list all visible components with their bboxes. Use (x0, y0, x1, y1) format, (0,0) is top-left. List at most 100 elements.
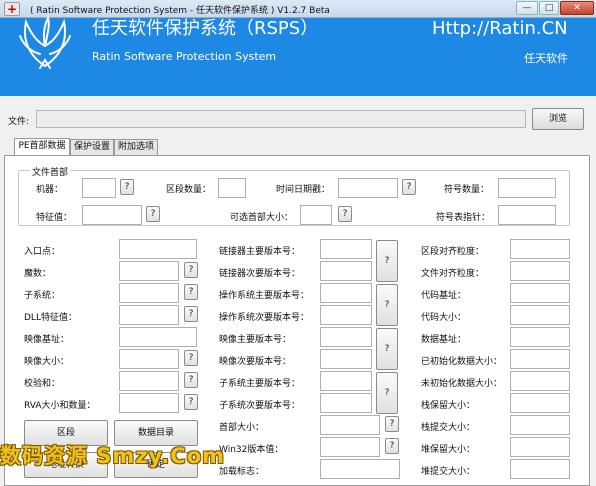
checksum-help-button[interactable]: ? (184, 372, 198, 388)
tab-protection-settings[interactable]: 保护设置 (70, 139, 114, 155)
win32-version-field[interactable] (320, 437, 380, 457)
timestamp-label: 时间日期戳： (276, 185, 331, 195)
image-major-field[interactable] (320, 327, 372, 347)
browse-button[interactable]: 浏览 (532, 108, 584, 130)
banner-brand: 任天软件 (524, 52, 568, 65)
win32-version-help-button[interactable]: ? (385, 438, 399, 454)
rva-count-label: RVA大小和数量： (24, 401, 96, 411)
image-base-field[interactable] (119, 327, 197, 347)
linker-major-label: 链接器主要版本号： (219, 247, 301, 257)
sections-label: 区段数量： (166, 185, 212, 195)
subsystem-major-label: 子系统主要版本号： (219, 379, 301, 389)
image-major-label: 映像主要版本号： (219, 335, 292, 345)
subsystem-major-field[interactable] (320, 371, 372, 391)
maximize-button[interactable]: □ (539, 1, 559, 15)
os-minor-label: 操作系统次要版本号： (219, 313, 310, 323)
subsystem-help-button[interactable]: ? (184, 284, 198, 300)
linker-version-help-button[interactable]: ? (376, 240, 398, 282)
symbols-label: 符号数量： (444, 185, 490, 195)
banner-subtitle: Ratin Software Protection System (92, 50, 277, 63)
os-minor-field[interactable] (320, 305, 372, 325)
data-base-label: 数据基址： (421, 335, 467, 345)
characteristics-label: 特征值： (36, 213, 73, 223)
os-major-label: 操作系统主要版本号： (219, 291, 310, 301)
initialized-data-size-label: 已初始化数据大小： (421, 357, 503, 367)
linker-major-field[interactable] (320, 239, 372, 259)
checksum-label: 校验和： (24, 379, 61, 389)
image-minor-field[interactable] (320, 349, 372, 369)
machine-help-button[interactable]: ? (120, 179, 134, 195)
file-alignment-field[interactable] (510, 261, 570, 281)
initialized-data-size-field[interactable] (510, 349, 570, 369)
stack-reserve-field[interactable] (510, 393, 570, 413)
image-base-label: 映像基址： (24, 335, 70, 345)
characteristics-help-button[interactable]: ? (146, 206, 160, 222)
machine-field[interactable] (82, 178, 116, 198)
rva-count-field[interactable] (119, 393, 179, 413)
image-minor-label: 映像次要版本号： (219, 357, 292, 367)
code-size-label: 代码大小： (421, 313, 467, 323)
symbol-table-pointer-label: 符号表指针： (436, 213, 491, 223)
watermark: 数码资源 Smzy.Com (0, 444, 225, 468)
os-major-field[interactable] (320, 283, 372, 303)
linker-minor-field[interactable] (320, 261, 372, 281)
code-base-field[interactable] (510, 283, 570, 303)
close-button[interactable]: ✕ (560, 1, 594, 15)
magic-field[interactable] (119, 261, 179, 281)
file-alignment-label: 文件对齐粒度： (421, 269, 485, 279)
header-size-label: 首部大小： (219, 423, 265, 433)
uninitialized-data-size-label: 未初始化数据大小： (421, 379, 503, 389)
sections-field[interactable] (218, 178, 246, 198)
subsystem-label: 子系统： (24, 291, 61, 301)
timestamp-help-button[interactable]: ? (402, 179, 416, 195)
optional-header-size-help-button[interactable]: ? (338, 206, 352, 222)
dll-characteristics-help-button[interactable]: ? (184, 306, 198, 322)
heap-reserve-label: 堆保留大小： (421, 445, 476, 455)
subsystem-field[interactable] (119, 283, 179, 303)
file-path-input[interactable] (36, 110, 526, 128)
subsystem-minor-label: 子系统次要版本号： (219, 401, 301, 411)
magic-label: 魔数： (24, 269, 52, 279)
section-alignment-field[interactable] (510, 239, 570, 259)
rva-count-help-button[interactable]: ? (184, 394, 198, 410)
banner-title: 任天软件保护系统（RSPS） (92, 18, 319, 39)
heap-commit-field[interactable] (510, 459, 570, 479)
image-version-help-button[interactable]: ? (376, 328, 398, 370)
characteristics-field[interactable] (82, 205, 142, 225)
entry-point-label: 入口点： (24, 247, 61, 257)
heap-reserve-field[interactable] (510, 437, 570, 457)
dll-characteristics-field[interactable] (119, 305, 179, 325)
checksum-field[interactable] (119, 371, 179, 391)
os-version-help-button[interactable]: ? (376, 284, 398, 326)
phoenix-icon (19, 15, 71, 69)
dll-characteristics-label: DLL特征值： (24, 313, 77, 323)
uninitialized-data-size-field[interactable] (510, 371, 570, 391)
code-base-label: 代码基址： (421, 291, 467, 301)
optional-header-size-field[interactable] (300, 205, 332, 225)
minimize-button[interactable]: — (516, 1, 538, 15)
stack-commit-label: 栈提交大小： (421, 423, 476, 433)
file-header-group-title: 文件首部 (30, 165, 71, 178)
stack-reserve-label: 栈保留大小： (421, 401, 476, 411)
file-label: 文件: (8, 117, 30, 127)
image-size-help-button[interactable]: ? (184, 350, 198, 366)
subsystem-version-help-button[interactable]: ? (376, 372, 398, 414)
tab-pe-header[interactable]: PE首部数据 (14, 138, 70, 155)
stack-commit-field[interactable] (510, 415, 570, 435)
image-size-field[interactable] (119, 349, 179, 369)
header-size-help-button[interactable]: ? (385, 416, 399, 432)
loader-flags-field[interactable] (320, 459, 400, 479)
magic-help-button[interactable]: ? (184, 262, 198, 278)
entry-point-field[interactable] (119, 239, 197, 259)
banner-url[interactable]: Http://Ratin.CN (432, 18, 568, 39)
win32-version-label: Win32版本值： (219, 445, 284, 455)
timestamp-field[interactable] (338, 178, 398, 198)
code-size-field[interactable] (510, 305, 570, 325)
symbol-table-pointer-field[interactable] (498, 205, 556, 225)
subsystem-minor-field[interactable] (320, 393, 372, 413)
header-size-field[interactable] (320, 415, 380, 435)
data-base-field[interactable] (510, 327, 570, 347)
symbols-field[interactable] (498, 178, 556, 198)
loader-flags-label: 加载标志： (219, 467, 265, 477)
tab-extra-options[interactable]: 附加选项 (114, 139, 158, 155)
